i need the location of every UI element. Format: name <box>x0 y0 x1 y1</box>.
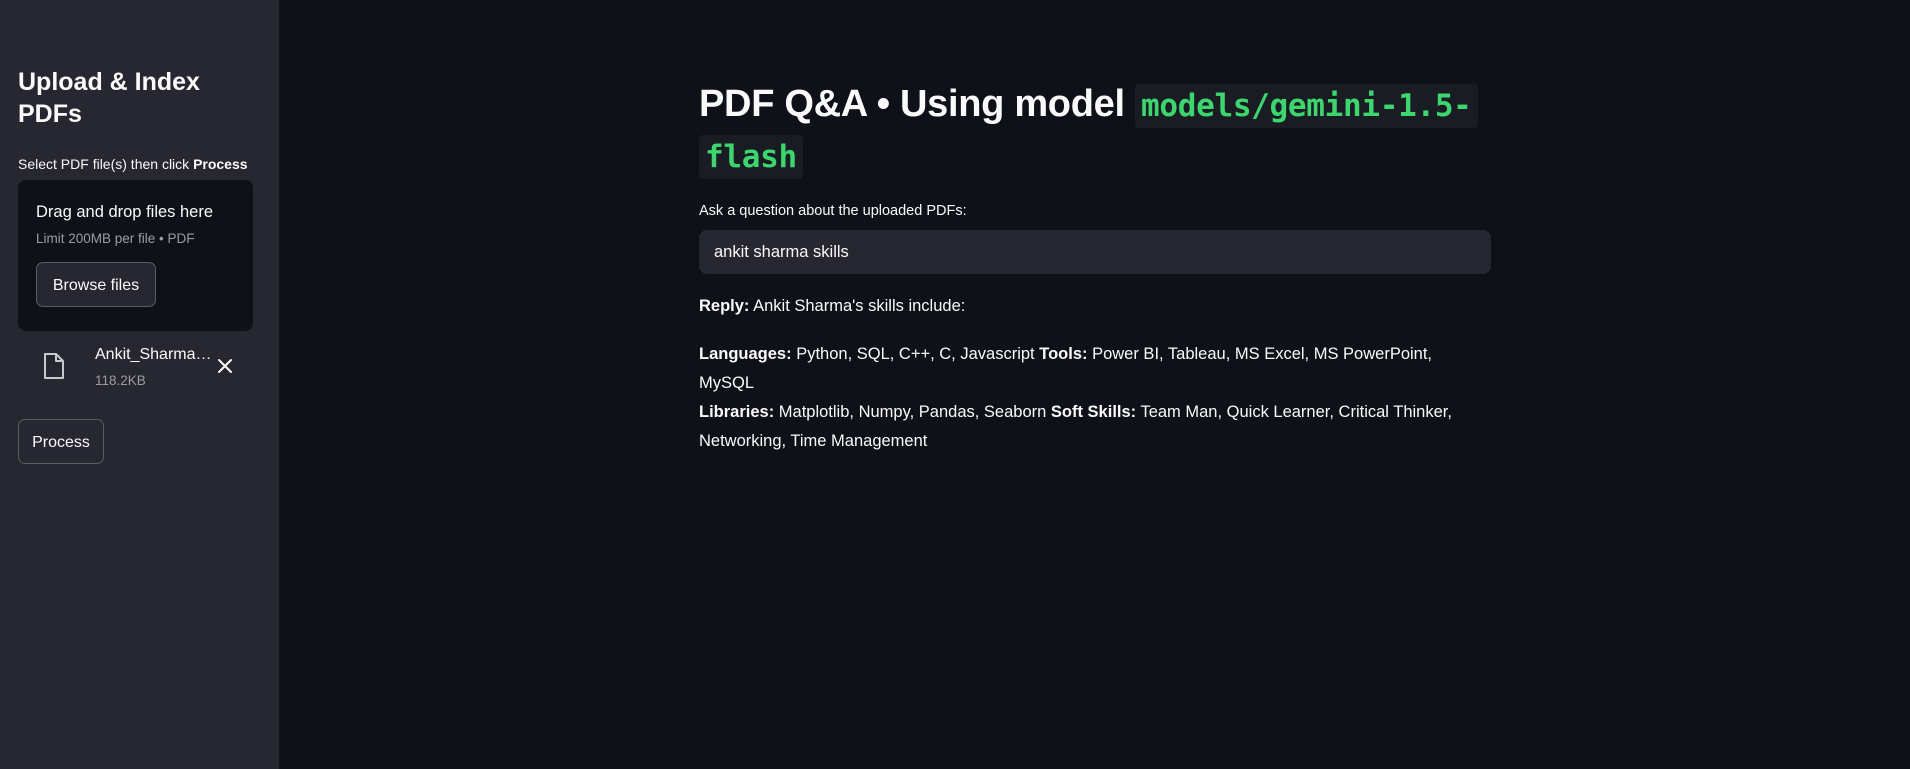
answer-label-tools: Tools: <box>1039 345 1088 363</box>
main-content: PDF Q&A • Using model models/gemini-1.5-… <box>699 0 1491 456</box>
browse-files-button[interactable]: Browse files <box>36 262 156 307</box>
instruction-bold: Process <box>193 156 248 172</box>
file-name: Ankit_Sharma_Resume.pdf <box>95 346 213 363</box>
file-icon <box>43 352 65 380</box>
uploaded-file-item: Ankit_Sharma_Resume.pdf 118.2KB <box>18 340 253 394</box>
dropzone-title: Drag and drop files here <box>36 203 214 221</box>
reply-text: Ankit Sharma's skills include: <box>749 297 966 315</box>
page-title-text: PDF Q&A • Using model <box>699 83 1135 125</box>
answer-value-languages: Python, SQL, C++, C, Javascript <box>791 345 1040 363</box>
sidebar-title: Upload & Index PDFs <box>18 68 200 128</box>
process-button[interactable]: Process <box>18 419 104 464</box>
answer-value-libraries: Matplotlib, Numpy, Pandas, Seaborn <box>774 403 1051 421</box>
file-dropzone[interactable]: Drag and drop files here Limit 200MB per… <box>18 180 253 331</box>
dropzone-limit: Limit 200MB per file • PDF <box>36 231 195 246</box>
close-icon[interactable] <box>213 354 237 378</box>
file-size: 118.2KB <box>95 373 146 388</box>
app-root: Upload & Index PDFs Select PDF file(s) t… <box>0 0 1910 769</box>
answer-text: Languages: Python, SQL, C++, C, Javascri… <box>699 340 1491 456</box>
page-title: PDF Q&A • Using model models/gemini-1.5-… <box>699 80 1491 182</box>
reply-label: Reply: <box>699 297 750 315</box>
reply-line: Reply: Ankit Sharma's skills include: <box>699 296 1491 316</box>
answer-label-languages: Languages: <box>699 345 792 363</box>
answer-label-soft-skills: Soft Skills: <box>1050 403 1137 421</box>
question-label: Ask a question about the uploaded PDFs: <box>699 203 967 219</box>
sidebar: Upload & Index PDFs Select PDF file(s) t… <box>0 0 279 769</box>
instruction-prefix: Select PDF file(s) then click <box>18 156 194 172</box>
sidebar-instruction: Select PDF file(s) then click Process <box>18 155 261 173</box>
answer-label-libraries: Libraries: <box>699 403 775 421</box>
question-input[interactable] <box>699 230 1491 274</box>
